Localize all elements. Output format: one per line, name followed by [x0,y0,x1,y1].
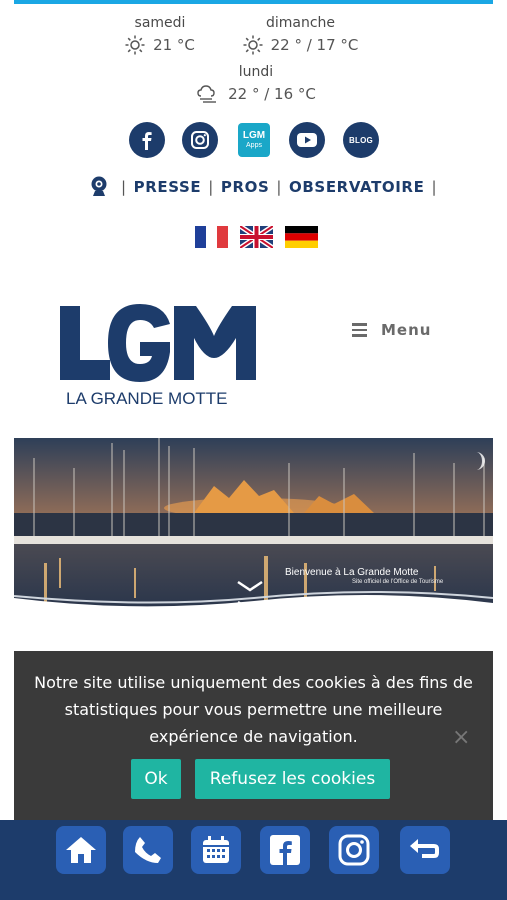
instagram-icon [191,131,209,149]
facebook-button[interactable] [260,826,310,874]
blog-link[interactable]: BLOG [343,122,379,158]
cloud-wind-icon [197,85,217,103]
facebook-icon [142,132,152,150]
presse-link[interactable]: PRESSE [134,178,202,196]
close-icon[interactable]: × [452,725,470,750]
weather-day-saturday: samedi 21 °C [110,15,210,55]
calendar-icon [203,836,229,863]
instagram-button[interactable] [329,826,379,874]
flag-france-icon[interactable] [195,226,228,248]
weather-day-name: dimanche [265,15,336,31]
observatoire-link[interactable]: OBSERVATOIRE [289,178,424,196]
back-icon [410,839,439,858]
hero-title: Bienvenue à La Grande Motte [285,567,419,578]
lgm-apps-link[interactable]: LGM Apps [238,123,270,157]
weather-temp: 22 ° / 17 °C [270,36,359,54]
youtube-icon [297,133,317,147]
blog-icon: BLOG [349,135,373,145]
weather-day-monday: lundi 22 ° / 16 °C [195,64,317,104]
phone-icon [135,837,161,863]
logo-by-text: BY [218,367,235,381]
hero-banner [14,438,493,620]
weather-day-name: samedi [134,15,186,31]
instagram-icon [338,834,370,866]
lgm-apps-icon-sublabel: Apps [246,141,262,149]
weather-day-sunday: dimanche 22 ° / 17 °C [238,15,363,55]
menu-toggle[interactable]: Menu [352,320,431,340]
hamburger-icon [352,320,367,340]
link-separator: | [121,178,127,196]
top-accent-bar [14,0,493,4]
top-links: | PRESSE | PROS | OBSERVATOIRE | [90,176,444,198]
weather-day-name: lundi [238,64,274,80]
instagram-link[interactable] [182,122,218,158]
youtube-link[interactable] [289,122,325,158]
sun-icon [243,35,263,55]
cookie-banner: Notre site utilise uniquement des cookie… [14,651,493,821]
accept-cookies-button[interactable]: Ok [131,759,181,799]
webcam-icon[interactable] [90,176,108,198]
phone-button[interactable] [123,826,173,874]
social-links: LGM Apps BLOG [0,122,507,160]
weather-temp: 22 ° / 16 °C [228,85,316,103]
weather-temp: 21 °C [153,36,195,54]
site-logo[interactable]: BY LA GRANDE MOTTE [58,302,258,410]
menu-label: Menu [381,320,432,339]
pros-link[interactable]: PROS [221,178,270,196]
sun-icon [125,35,145,55]
link-separator: | [431,178,438,196]
link-separator: | [208,178,214,196]
hero-subtitle: Site officiel de l'Office de Tourisme [352,579,444,585]
language-switcher [195,226,330,248]
refuse-cookies-button[interactable]: Refusez les cookies [195,759,390,799]
link-separator: | [276,178,283,196]
home-icon [66,837,96,863]
cookie-message: Notre site utilise uniquement des cookie… [34,673,473,746]
back-button[interactable] [400,826,450,874]
bottom-nav [0,820,507,900]
flag-germany-icon[interactable] [285,226,318,248]
lgm-apps-icon-label: LGM [242,129,266,141]
calendar-button[interactable] [191,826,241,874]
facebook-link[interactable] [129,122,165,158]
home-button[interactable] [56,826,106,874]
flag-uk-icon[interactable] [240,226,273,248]
facebook-icon [270,835,300,865]
logo-tagline: LA GRANDE MOTTE [66,389,228,408]
